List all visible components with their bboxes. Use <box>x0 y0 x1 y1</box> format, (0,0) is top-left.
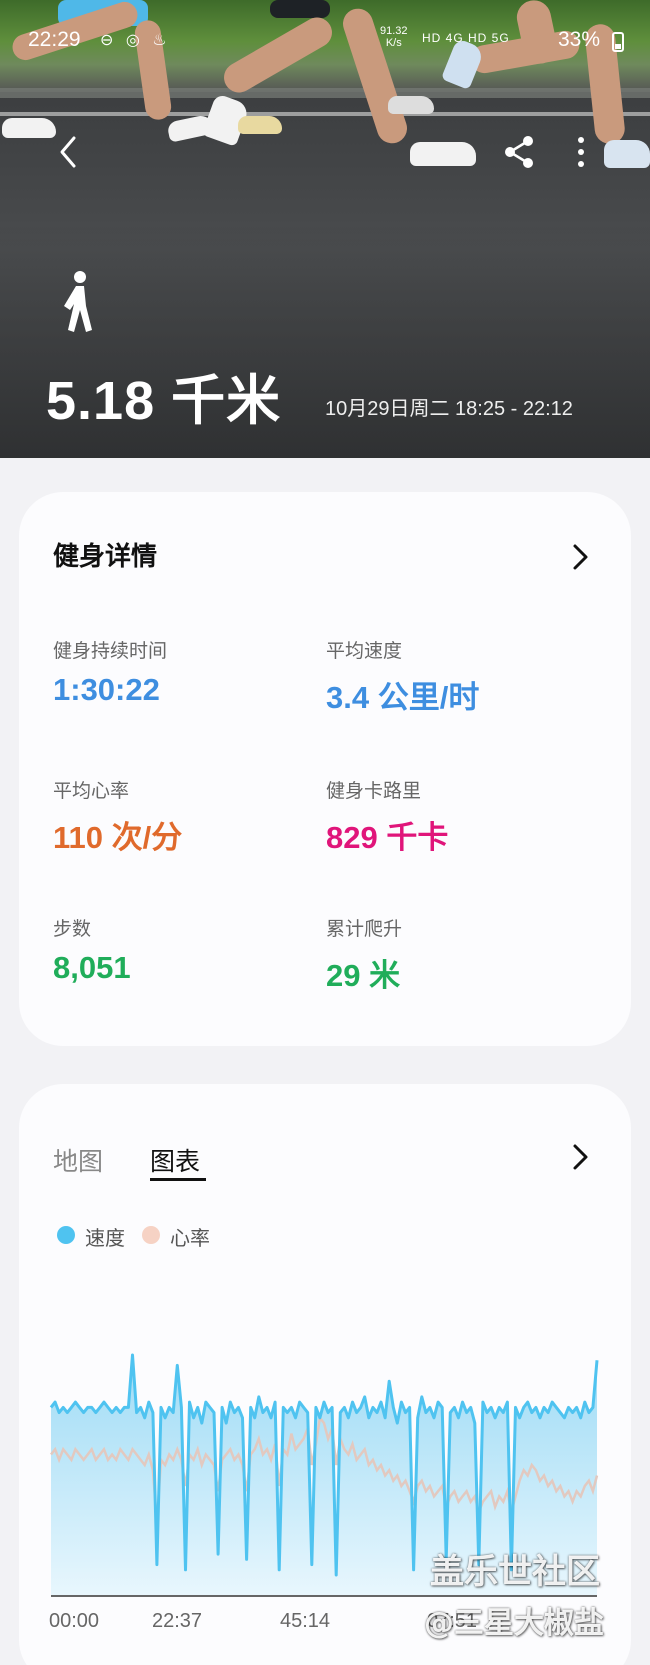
status-network-labels: HD 4G HD 5G <box>422 31 510 45</box>
metric-value-steps: 8,051 <box>53 950 131 985</box>
chevron-left-icon <box>60 136 76 168</box>
status-time: 22:29 <box>28 28 81 51</box>
metric-value-elevation: 29 米 <box>326 958 401 993</box>
chevron-right-icon <box>573 544 588 570</box>
metric-value-avg-speed: 3.4 公里/时 <box>326 680 480 715</box>
metric-label-elevation: 累计爬升 <box>326 918 403 940</box>
share-icon <box>505 136 533 168</box>
metric-label-avg-heart-rate: 平均心率 <box>53 780 130 802</box>
watermark-community: 盖乐世社区 <box>430 1552 600 1592</box>
runner-shoe <box>604 140 650 168</box>
more-vertical-icon <box>578 137 584 167</box>
back-button[interactable] <box>52 132 88 172</box>
hero-road-line <box>0 112 650 116</box>
x-tick-label: 22:37 <box>152 1610 203 1632</box>
share-button[interactable] <box>502 132 538 172</box>
session-time-range: 10月29日周二 18:25 - 22:12 <box>325 398 573 420</box>
details-expand-button[interactable] <box>569 542 591 572</box>
watermark-author: @三星大椒盐 <box>424 1606 604 1641</box>
status-network-speed: 91.32 K/s <box>380 25 408 49</box>
card-title: 健身详情 <box>53 542 158 572</box>
status-notification-icons: ⊖ ◎ ♨ <box>100 32 171 49</box>
metric-label-calories: 健身卡路里 <box>326 780 422 802</box>
metric-label-steps: 步数 <box>53 918 92 940</box>
walking-icon <box>64 271 92 332</box>
runner-shoe <box>410 142 476 166</box>
metric-value-avg-heart-rate: 110 次/分 <box>53 820 183 855</box>
distance-total: 5.18 千米 <box>46 371 282 431</box>
x-tick-label: 00:00 <box>49 1610 100 1632</box>
runner-shorts <box>270 0 330 18</box>
x-tick-label: 45:14 <box>280 1610 331 1632</box>
metric-label-duration: 健身持续时间 <box>53 640 168 662</box>
network-speed-value: 91.32 <box>380 25 408 37</box>
runner-shoe <box>238 116 282 134</box>
status-bar: 22:29 ⊖ ◎ ♨ 91.32 K/s HD 4G HD 5G 33% <box>0 20 650 62</box>
metric-label-avg-speed: 平均速度 <box>326 640 403 662</box>
hero-banner: 22:29 ⊖ ◎ ♨ 91.32 K/s HD 4G HD 5G 33% 5.… <box>0 0 650 458</box>
metric-value-calories: 829 千卡 <box>326 820 449 855</box>
more-options-button[interactable] <box>566 132 596 172</box>
workout-details-card: 健身详情 健身持续时间 1:30:22 平均速度 3.4 公里/时 平均心率 1… <box>19 492 631 1046</box>
hero-road-edge <box>0 88 650 98</box>
metric-value-duration: 1:30:22 <box>53 672 160 707</box>
network-speed-unit: K/s <box>385 37 402 49</box>
battery-icon <box>612 32 624 52</box>
runner-shoe <box>2 118 56 138</box>
battery-percent: 33% <box>558 28 601 51</box>
runner-shoe <box>388 96 434 114</box>
